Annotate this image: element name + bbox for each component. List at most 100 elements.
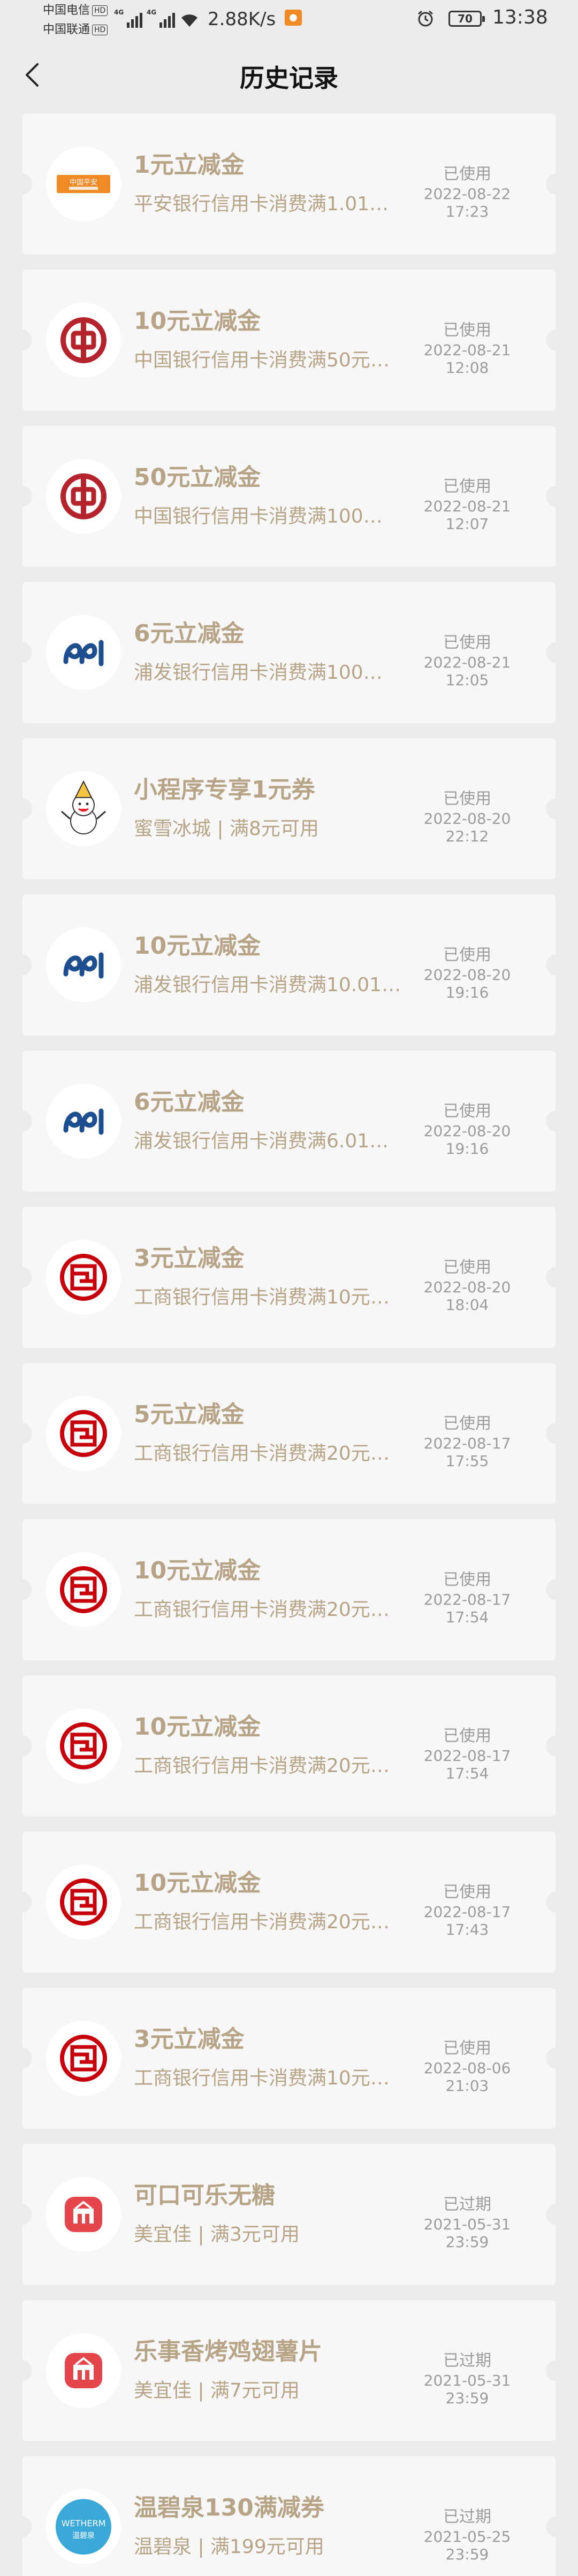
coupon-status: 已过期: [443, 2195, 491, 2214]
coupon-card[interactable]: 10元立减金 工商银行信用卡消费满20元可用 已使用 2022-08-17 17:54: [22, 1675, 556, 1816]
coupon-title: 10元立减金: [134, 308, 261, 335]
coupon-time: 2022-08-20 22:12: [423, 810, 511, 845]
icbc-logo: [46, 2021, 121, 2096]
coupon-time: 2022-08-06 21:03: [423, 2059, 511, 2095]
coupon-title: 6元立减金: [134, 1088, 245, 1116]
coupon-status: 已使用: [443, 789, 491, 808]
coupon-status: 已使用: [443, 1258, 491, 1277]
coupon-description: 工商银行信用卡消费满20元可用: [134, 1599, 401, 1621]
coupon-description: 美宜佳 | 满3元可用: [134, 2224, 300, 2245]
coupon-title: 10元立减金: [134, 1869, 261, 1897]
icbc-logo: [46, 1240, 121, 1315]
coupon-card[interactable]: 10元立减金浦发银行信用卡消费满10.01元可用 已使用 2022-08-20 19…: [22, 894, 556, 1036]
coupon-description: 浦发银行信用卡消费满10.01元可用: [134, 974, 401, 996]
notification-icon: ●: [285, 10, 302, 26]
wetherm-logo-subtext: 温碧泉: [72, 2531, 95, 2540]
mixue-snowman-logo: [46, 771, 121, 846]
coupon-description: 美宜佳 | 满7元可用: [134, 2380, 300, 2402]
coupon-time: 2022-08-20 18:04: [423, 1278, 511, 1314]
status-bar: 中国电信 HD 中国联通 HD 4G 4G 2.88K/s ● 70 13:38: [0, 0, 578, 43]
coupon-card[interactable]: 中国平安 1元立减金 平安银行信用卡消费满1.01元可用 已使用 2022-08-22 …: [22, 113, 556, 255]
coupon-time: 2022-08-17 17:54: [423, 1747, 511, 1782]
coupon-description: 工商银行信用卡消费满20元可用: [134, 1755, 401, 1777]
coupon-title: 10元立减金: [134, 1557, 261, 1584]
spdb-logo: [46, 927, 121, 1002]
coupon-time: 2021-05-25 23:59: [423, 2528, 511, 2563]
coupon-time: 2021-05-31 23:59: [423, 2372, 511, 2407]
coupon-title: 10元立减金: [134, 932, 261, 960]
coupon-status: 已过期: [443, 2351, 491, 2370]
wetherm-logo: WETHERM 温碧泉: [46, 2489, 121, 2564]
header: 历史记录: [0, 43, 578, 107]
icbc-logo: [46, 1396, 121, 1471]
coupon-description: 工商银行信用卡消费满20元可用: [134, 1443, 401, 1465]
coupon-status: 已使用: [443, 1102, 491, 1121]
carrier-1: 中国电信: [43, 4, 90, 17]
coupon-title: 10元立减金: [134, 1713, 261, 1741]
coupon-description: 浦发银行信用卡消费满6.01元可用: [134, 1130, 401, 1152]
coupon-card[interactable]: 5元立减金 工商银行信用卡消费满20元可用 已使用 2022-08-17 17:55: [22, 1363, 556, 1504]
signal-icon: 4G: [114, 9, 142, 28]
meiyijia-logo: [46, 2333, 121, 2408]
network-speed: 2.88K/s: [208, 9, 276, 30]
icbc-logo: [46, 1552, 121, 1627]
coupon-card[interactable]: 3元立减金 工商银行信用卡消费满10元可用 已使用 2022-08-20 18:04: [22, 1207, 556, 1348]
coupon-card[interactable]: 6元立减金 浦发银行信用卡消费满100元可用 已使用 2022-08-21 12:05: [22, 582, 556, 723]
coupon-description: 平安银行信用卡消费满1.01元可用: [134, 193, 401, 215]
coupon-status: 已过期: [443, 2508, 491, 2526]
coupon-title: 50元立减金: [134, 464, 261, 491]
coupon-card[interactable]: 小程序专享1元券 蜜雪冰城 | 满8元可用 已使用 2022-08-20 22:12: [22, 738, 556, 879]
spdb-logo: [46, 1084, 121, 1159]
coupon-card[interactable]: 50元立减金中国银行信用卡消费满100元可用 已使用 2022-08-21 12:0…: [22, 426, 556, 567]
spdb-logo: [46, 615, 121, 690]
coupon-card[interactable]: 10元立减金 工商银行信用卡消费满20元可用 已使用 2022-08-17 17:54: [22, 1519, 556, 1660]
coupon-status: 已使用: [443, 321, 491, 340]
coupon-status: 已使用: [443, 633, 491, 652]
coupon-status: 已使用: [443, 165, 491, 183]
coupon-description: 中国银行信用卡消费满100元可用: [134, 505, 401, 527]
meiyijia-logo: [46, 2177, 121, 2252]
coupon-time: 2022-08-21 12:08: [423, 341, 511, 377]
coupon-title: 1元立减金: [134, 151, 245, 179]
coupon-status: 已使用: [443, 2039, 491, 2058]
coupon-status: 已使用: [443, 1414, 491, 1433]
coupon-status: 已使用: [443, 946, 491, 964]
coupon-description: 浦发银行信用卡消费满100元可用: [134, 662, 401, 684]
net-type-1: 4G: [114, 9, 124, 16]
coupon-card[interactable]: 6元立减金浦发银行信用卡消费满6.01元可用 已使用 2022-08-20 19:1…: [22, 1051, 556, 1192]
coupon-time: 2022-08-20 19:16: [423, 1122, 511, 1157]
pingan-logo-text: 中国平安: [70, 179, 97, 187]
hd-badge: HD: [92, 5, 108, 16]
coupon-description: 工商银行信用卡消费满10元可用: [134, 1286, 401, 1308]
net-type-2: 4G: [147, 9, 157, 16]
signal-indicators: 4G 4G: [114, 6, 199, 28]
coupon-time: 2022-08-17 17:54: [423, 1591, 511, 1626]
coupon-title: 乐事香烤鸡翅薯片: [134, 2338, 322, 2365]
coupon-status: 已使用: [443, 1883, 491, 1902]
coupon-card[interactable]: WETHERM 温碧泉 温碧泉130满减券温碧泉 | 满199元可用 已过期 2021-…: [22, 2456, 556, 2576]
coupon-card[interactable]: 乐事香烤鸡翅薯片美宜佳 | 满7元可用 已过期 2021-05-31 23:59: [22, 2300, 556, 2441]
coupon-title: 温碧泉130满减券: [134, 2494, 324, 2521]
coupon-description: 工商银行信用卡消费满10元可用: [134, 2067, 401, 2089]
coupon-card[interactable]: 3元立减金工商银行信用卡消费满10元可用 已使用 2022-08-06 21:03: [22, 1988, 556, 2129]
wetherm-logo-text: WETHERM: [62, 2518, 106, 2528]
wifi-icon: [180, 13, 199, 28]
coupon-card[interactable]: 可口可乐无糖 美宜佳 | 满3元可用 已过期 2021-05-31 23:59: [22, 2144, 556, 2285]
carrier-info: 中国电信 HD 中国联通 HD: [43, 1, 108, 40]
coupon-title: 3元立减金: [134, 2026, 245, 2053]
boc-logo: [46, 303, 121, 378]
coupon-status: 已使用: [443, 477, 491, 496]
coupon-card[interactable]: 10元立减金中国银行信用卡消费满50元可用 已使用 2022-08-21 12:08: [22, 270, 556, 411]
coupon-description: 中国银行信用卡消费满50元可用: [134, 349, 401, 371]
coupon-title: 可口可乐无糖: [134, 2182, 275, 2209]
coupon-time: 2022-08-21 12:07: [423, 497, 511, 533]
boc-logo: [46, 459, 121, 534]
coupon-description: 温碧泉 | 满199元可用: [134, 2536, 324, 2558]
coupon-card[interactable]: 10元立减金 工商银行信用卡消费满20元可用 已使用 2022-08-17 17:43: [22, 1831, 556, 1973]
coupon-time: 2022-08-17 17:43: [423, 1903, 511, 1938]
clock: 13:38: [492, 6, 548, 28]
icbc-logo: [46, 1708, 121, 1783]
page-title: 历史记录: [240, 64, 338, 93]
icbc-logo: [46, 1865, 121, 1939]
coupon-title: 5元立减金: [134, 1401, 245, 1428]
